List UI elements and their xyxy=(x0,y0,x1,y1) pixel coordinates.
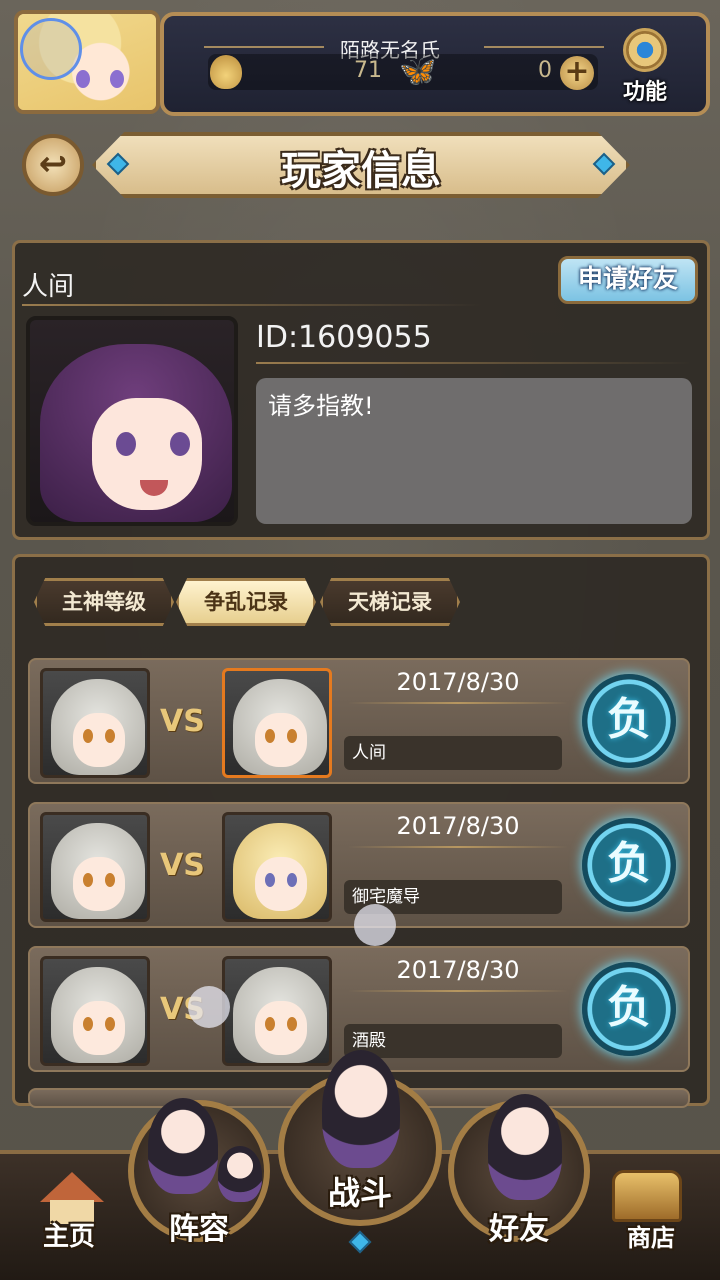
battle-chibi xyxy=(322,1050,400,1168)
function-label: 功能 xyxy=(622,80,667,105)
vs-label: VS xyxy=(160,848,205,883)
flame-icon xyxy=(210,55,242,89)
profile-id: ID:1609055 xyxy=(256,320,432,355)
lineup-chibi xyxy=(218,1146,262,1202)
touch-indicator xyxy=(188,986,230,1028)
top-bar: 陌路无名氏 71 🦋 0 + 功能 xyxy=(0,0,720,122)
house-icon xyxy=(40,1172,104,1224)
touch-indicator xyxy=(354,904,396,946)
hero-face xyxy=(73,713,125,767)
signature-box: 请多指教! xyxy=(256,378,692,524)
portrait-eye xyxy=(116,432,136,456)
house-roof xyxy=(40,1172,104,1202)
hero-face xyxy=(255,1001,307,1055)
page-title: 玩家信息 xyxy=(281,148,441,194)
nav-battle[interactable]: 战斗 xyxy=(276,1050,444,1226)
profile-portrait xyxy=(26,316,238,526)
tab-god-level[interactable]: 主神等级 xyxy=(34,578,174,626)
add-currency-button[interactable]: + xyxy=(560,56,594,90)
nav-friends-label: 好友 xyxy=(489,1212,549,1247)
profile-nickname: 人间 xyxy=(22,272,75,302)
id-divider xyxy=(256,362,692,364)
gear-icon xyxy=(623,28,667,72)
record-row[interactable]: VS 2017/8/30 人间 负 xyxy=(28,658,690,784)
nav-shop[interactable]: 商店 xyxy=(596,1160,706,1270)
record-date: 2017/8/30 xyxy=(396,668,520,696)
result-badge: 负 xyxy=(582,674,676,768)
tab-battle-records[interactable]: 争乱记录 xyxy=(176,578,316,626)
hero-face xyxy=(73,857,125,911)
nav-friends[interactable]: 好友 xyxy=(444,1092,594,1262)
result-badge: 负 xyxy=(582,962,676,1056)
result-badge: 负 xyxy=(582,818,676,912)
hero-eye xyxy=(83,1017,93,1031)
date-divider xyxy=(348,702,568,704)
hero-eye xyxy=(105,873,115,887)
friends-chibi xyxy=(488,1094,562,1200)
avatar-eye xyxy=(110,70,124,88)
date-divider xyxy=(348,846,568,848)
record-row[interactable]: VS 2017/8/30 御宅魔导 负 xyxy=(28,802,690,928)
tab-ladder-records[interactable]: 天梯记录 xyxy=(320,578,460,626)
hero-eye xyxy=(287,873,297,887)
opponent-hero-portrait[interactable] xyxy=(222,812,332,922)
record-date: 2017/8/30 xyxy=(396,956,520,984)
hero-eye xyxy=(83,729,93,743)
hero-eye xyxy=(265,729,275,743)
hero-eye xyxy=(265,1017,275,1031)
record-date: 2017/8/30 xyxy=(396,812,520,840)
nav-lineup[interactable]: 阵容 xyxy=(124,1092,274,1262)
nav-shop-label: 商店 xyxy=(627,1224,675,1252)
hero-eye xyxy=(83,873,93,887)
hero-face xyxy=(255,857,307,911)
lineup-chibi xyxy=(148,1098,218,1194)
hero-eye xyxy=(265,873,275,887)
vs-label: VS xyxy=(160,704,205,739)
nav-lineup-label: 阵容 xyxy=(169,1212,229,1247)
self-hero-portrait xyxy=(40,956,150,1066)
portrait-eye xyxy=(170,432,190,456)
nav-battle-label: 战斗 xyxy=(327,1174,392,1212)
hero-eye xyxy=(287,1017,297,1031)
back-button[interactable]: ↩ xyxy=(22,134,84,196)
opponent-hero-portrait[interactable] xyxy=(222,668,332,778)
hero-face xyxy=(255,713,307,767)
hero-eye xyxy=(287,729,297,743)
hero-eye xyxy=(105,729,115,743)
treasure-chest-icon xyxy=(612,1170,682,1222)
function-button[interactable]: 功能 xyxy=(612,28,678,105)
butterfly-icon: 🦋 xyxy=(399,54,437,89)
opponent-name: 人间 xyxy=(344,736,562,770)
date-divider xyxy=(348,990,568,992)
touch-indicator xyxy=(20,18,82,80)
profile-divider xyxy=(22,304,482,306)
self-hero-portrait xyxy=(40,812,150,922)
hero-eye xyxy=(105,1017,115,1031)
coin-value: 71 xyxy=(354,58,382,83)
back-arrow-icon: ↩ xyxy=(38,144,68,184)
avatar-eye xyxy=(76,70,90,88)
nav-home-label: 主页 xyxy=(42,1222,95,1252)
nav-home[interactable]: 主页 xyxy=(14,1160,124,1270)
gem-value: 0 xyxy=(538,58,552,83)
hero-face xyxy=(73,1001,125,1055)
add-friend-button[interactable]: 申请好友 xyxy=(558,256,698,304)
name-divider-right xyxy=(484,46,604,48)
self-hero-portrait xyxy=(40,668,150,778)
